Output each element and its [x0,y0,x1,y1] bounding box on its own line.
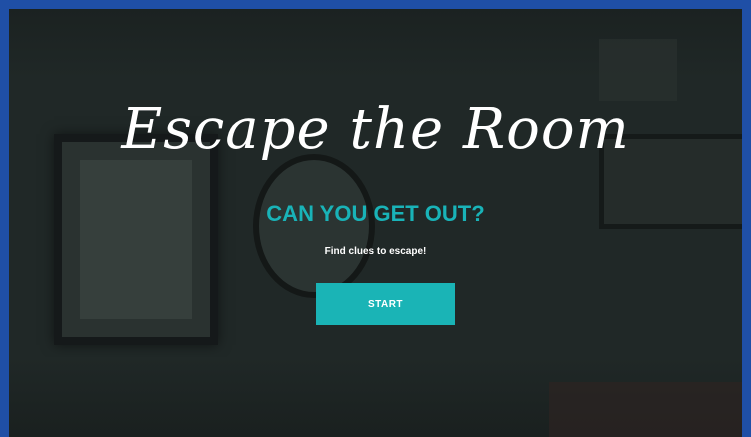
background-table [549,382,742,437]
start-button[interactable]: START [316,283,455,325]
background-picture [80,160,192,319]
background-picture-frame [54,134,218,345]
game-subtitle: CAN YOU GET OUT? [266,201,485,226]
window-frame: Escape the Room CAN YOU GET OUT? Find cl… [0,0,751,437]
background-wall-panel [599,39,677,101]
game-tagline: Find clues to escape! [324,246,427,257]
game-scene: Escape the Room CAN YOU GET OUT? Find cl… [9,9,742,437]
game-title: Escape the Room [121,97,630,162]
